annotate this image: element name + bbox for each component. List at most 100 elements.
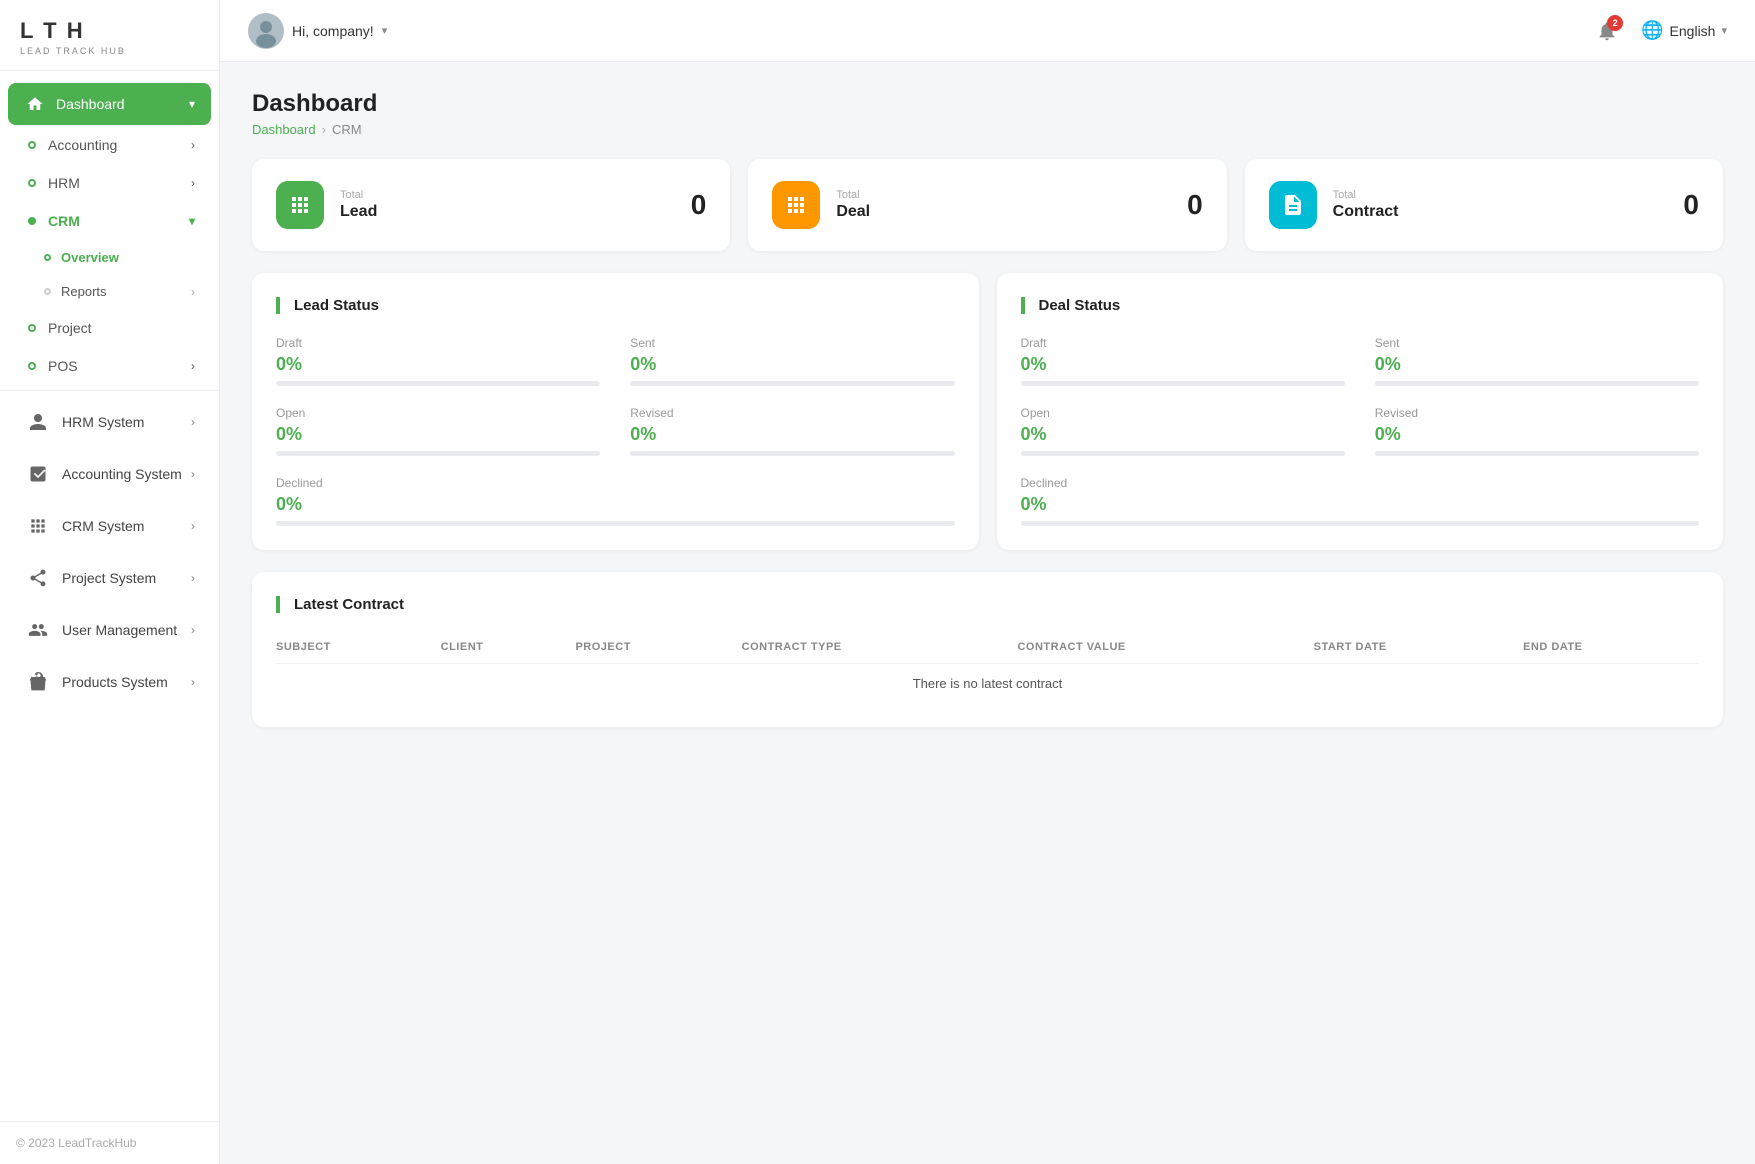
deal-status-declined: Declined 0% [1021,476,1700,526]
deal-status-title: Deal Status [1021,297,1700,314]
sidebar-label-products-system: Products System [62,674,168,690]
dot-hrm [28,179,36,187]
logo-sub: LEAD TRACK HUB [20,46,199,56]
username-label: Hi, company! [292,23,374,39]
breadcrumb-root[interactable]: Dashboard [252,122,316,137]
lead-revised-bar [630,451,954,456]
chevron-right-icon: › [191,138,195,152]
deal-draft-label: Draft [1021,336,1345,350]
sidebar-label-pos: POS [48,358,78,374]
empty-message: There is no latest contract [276,664,1699,704]
notification-button[interactable]: 2 [1591,15,1623,47]
contract-icon [1269,181,1317,229]
latest-contract-section: Latest Contract SUBJECT CLIENT PROJECT C… [252,572,1723,727]
sidebar-item-dashboard[interactable]: Dashboard ▾ [8,83,211,125]
chevron-right-icon: › [191,675,195,689]
lead-declined-value: 0% [276,494,955,515]
stat-card-left-contract: Total Contract [1269,181,1399,229]
sidebar-item-overview[interactable]: Overview [8,241,211,274]
deal-open-bar [1021,451,1345,456]
lead-draft-value: 0% [276,354,600,375]
latest-contract-title: Latest Contract [276,596,1699,613]
lead-draft-bar [276,381,600,386]
chevron-right-icon: › [191,285,195,299]
logo-text: L T H [20,18,199,44]
stat-label-main-contract: Contract [1333,203,1399,221]
sidebar-label-user-management: User Management [62,622,177,638]
lead-declined-label: Declined [276,476,955,490]
deal-status-revised: Revised 0% [1375,406,1699,456]
deal-draft-value: 0% [1021,354,1345,375]
lead-sent-label: Sent [630,336,954,350]
lang-chevron-icon: ▾ [1721,24,1727,37]
chevron-right-icon: › [191,519,195,533]
sidebar-item-pos[interactable]: POS › [8,348,211,384]
col-contract-type: CONTRACT TYPE [742,631,1018,664]
page-body: Dashboard Dashboard › CRM Total Lead 0 [220,62,1755,1164]
deal-status-grid: Draft 0% Sent 0% Open 0% [1021,336,1700,526]
sidebar-item-accounting[interactable]: Accounting › [8,127,211,163]
users-icon [24,616,52,644]
lead-revised-label: Revised [630,406,954,420]
main-content: Hi, company! ▾ 2 🌐 English ▾ Dashboard D… [220,0,1755,1164]
deal-status-draft: Draft 0% [1021,336,1345,386]
lead-open-label: Open [276,406,600,420]
sidebar-item-hrm-system[interactable]: HRM System › [8,397,211,447]
sidebar-item-accounting-system[interactable]: Accounting System › [8,449,211,499]
lead-status-grid: Draft 0% Sent 0% Open 0% [276,336,955,526]
notification-badge: 2 [1607,15,1623,31]
sidebar-item-reports[interactable]: Reports › [8,275,211,308]
sidebar-item-user-management[interactable]: User Management › [8,605,211,655]
stat-labels-contract: Total Contract [1333,189,1399,221]
logo: L T H LEAD TRACK HUB [0,0,219,71]
deal-open-value: 0% [1021,424,1345,445]
deal-status-sent: Sent 0% [1375,336,1699,386]
chevron-right-icon: › [191,176,195,190]
sidebar-item-project[interactable]: Project [8,310,211,346]
col-client: CLIENT [441,631,576,664]
contract-table: SUBJECT CLIENT PROJECT CONTRACT TYPE CON… [276,631,1699,703]
avatar [248,13,284,49]
col-project: PROJECT [575,631,741,664]
col-end-date: END DATE [1523,631,1699,664]
lead-status-declined: Declined 0% [276,476,955,526]
deal-sent-bar [1375,381,1699,386]
deal-status-open: Open 0% [1021,406,1345,456]
dot-project [28,324,36,332]
sidebar-footer: © 2023 LeadTrackHub [0,1121,219,1164]
sidebar-item-crm-system[interactable]: CRM System › [8,501,211,551]
col-subject: SUBJECT [276,631,441,664]
deal-icon [772,181,820,229]
col-start-date: START DATE [1314,631,1523,664]
stat-card-left-deal: Total Deal [772,181,870,229]
divider [0,390,219,391]
breadcrumb: Dashboard › CRM [252,122,1723,137]
sidebar-item-project-system[interactable]: Project System › [8,553,211,603]
breadcrumb-current: CRM [332,122,362,137]
sidebar-label-accounting-system: Accounting System [62,466,182,482]
chevron-right-icon: › [191,415,195,429]
person-icon [24,408,52,436]
dot-accounting [28,141,36,149]
stat-labels-deal: Total Deal [836,189,870,221]
deal-revised-bar [1375,451,1699,456]
chevron-down-icon: ▾ [189,214,195,228]
col-contract-value: CONTRACT VALUE [1017,631,1313,664]
sidebar-label-crm: CRM [48,213,80,229]
stat-card-contract: Total Contract 0 [1245,159,1723,251]
sidebar-item-hrm[interactable]: HRM › [8,165,211,201]
stat-label-main-deal: Deal [836,203,870,221]
sidebar-item-products-system[interactable]: Products System › [8,657,211,707]
sidebar-item-crm[interactable]: CRM ▾ [8,203,211,239]
chevron-right-icon: › [191,623,195,637]
lead-draft-label: Draft [276,336,600,350]
sidebar-label-project-system: Project System [62,570,156,586]
language-selector[interactable]: 🌐 English ▾ [1641,20,1727,41]
deal-sent-label: Sent [1375,336,1699,350]
header-user[interactable]: Hi, company! ▾ [248,13,387,49]
chevron-right-icon: › [191,571,195,585]
stat-value-lead: 0 [691,189,707,221]
project-icon [24,564,52,592]
crm-icon [24,512,52,540]
dot-pos [28,362,36,370]
